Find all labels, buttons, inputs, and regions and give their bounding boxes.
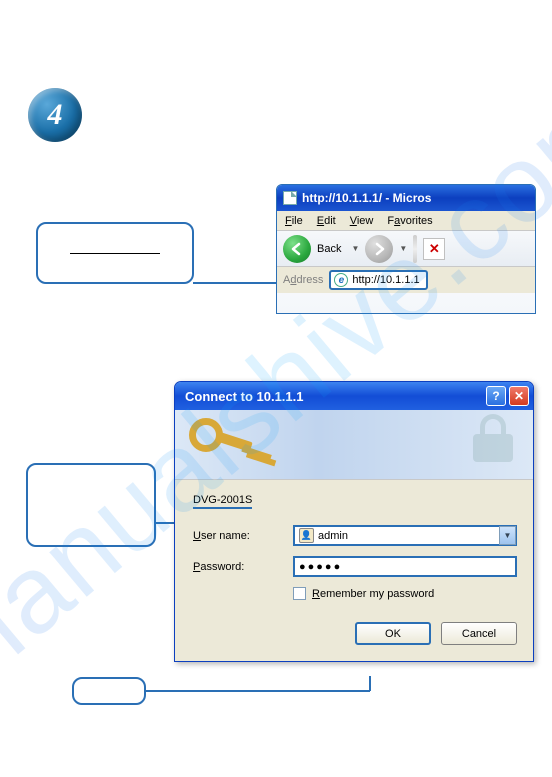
remember-label: Remember my password xyxy=(312,588,434,600)
password-mask: ●●●●● xyxy=(299,561,342,573)
password-label: Password: xyxy=(193,561,293,573)
ie-window: http://10.1.1.1/ - Micros File Edit View… xyxy=(276,184,536,314)
back-dropdown-icon[interactable]: ▼ xyxy=(351,244,359,253)
user-avatar-icon: 👤 xyxy=(299,528,314,543)
page-icon xyxy=(283,191,297,205)
ie-logo-icon: e xyxy=(334,273,348,287)
menu-file[interactable]: File xyxy=(285,215,303,227)
ie-title-text: http://10.1.1.1/ - Micros xyxy=(302,191,431,205)
address-url: http://10.1.1.1 xyxy=(352,274,419,286)
lock-icon xyxy=(473,416,513,462)
username-dropdown-icon[interactable]: ▼ xyxy=(499,526,516,545)
stop-button[interactable]: ✕ xyxy=(423,238,445,260)
callout-address xyxy=(36,222,194,284)
auth-dialog: Connect to 10.1.1.1 ? ✕ DVG-2001S User n… xyxy=(174,381,534,662)
forward-button[interactable] xyxy=(365,235,393,263)
connector-1 xyxy=(193,282,285,284)
blank-line xyxy=(70,253,160,254)
ok-button[interactable]: OK xyxy=(355,622,431,645)
address-input[interactable]: e http://10.1.1.1 xyxy=(329,270,427,290)
cancel-button[interactable]: Cancel xyxy=(441,622,517,645)
address-label: Address xyxy=(283,274,323,286)
forward-dropdown-icon[interactable]: ▼ xyxy=(399,244,407,253)
remember-checkbox[interactable] xyxy=(293,587,306,600)
menu-view[interactable]: View xyxy=(350,215,374,227)
dialog-titlebar: Connect to 10.1.1.1 ? ✕ xyxy=(175,382,533,410)
password-input[interactable]: ●●●●● xyxy=(293,556,517,577)
dialog-banner xyxy=(175,410,533,480)
keys-icon xyxy=(189,418,223,452)
toolbar-separator xyxy=(413,235,417,263)
dialog-body: DVG-2001S User name: 👤 admin ▼ Password:… xyxy=(175,480,533,661)
back-label: Back xyxy=(317,243,341,255)
menu-favorites[interactable]: Favorites xyxy=(387,215,432,227)
realm-text: DVG-2001S xyxy=(193,494,252,509)
username-value: admin xyxy=(318,530,348,542)
callout-ok xyxy=(72,677,146,705)
connector-3b xyxy=(369,676,371,691)
ie-menubar: File Edit View Favorites xyxy=(277,211,535,231)
ie-toolbar: Back ▼ ▼ ✕ xyxy=(277,231,535,267)
menu-edit[interactable]: Edit xyxy=(317,215,336,227)
callout-credentials xyxy=(26,463,156,547)
close-button[interactable]: ✕ xyxy=(509,386,529,406)
dialog-title-text: Connect to 10.1.1.1 xyxy=(185,389,483,404)
help-button[interactable]: ? xyxy=(486,386,506,406)
ie-address-bar: Address e http://10.1.1.1 xyxy=(277,267,535,293)
username-label: User name: xyxy=(193,530,293,542)
step-badge: 4 xyxy=(28,88,82,142)
step-number: 4 xyxy=(48,98,63,132)
connector-3a xyxy=(145,690,370,692)
ie-titlebar: http://10.1.1.1/ - Micros xyxy=(277,185,535,211)
back-button[interactable] xyxy=(283,235,311,263)
username-input[interactable]: 👤 admin xyxy=(293,525,517,546)
